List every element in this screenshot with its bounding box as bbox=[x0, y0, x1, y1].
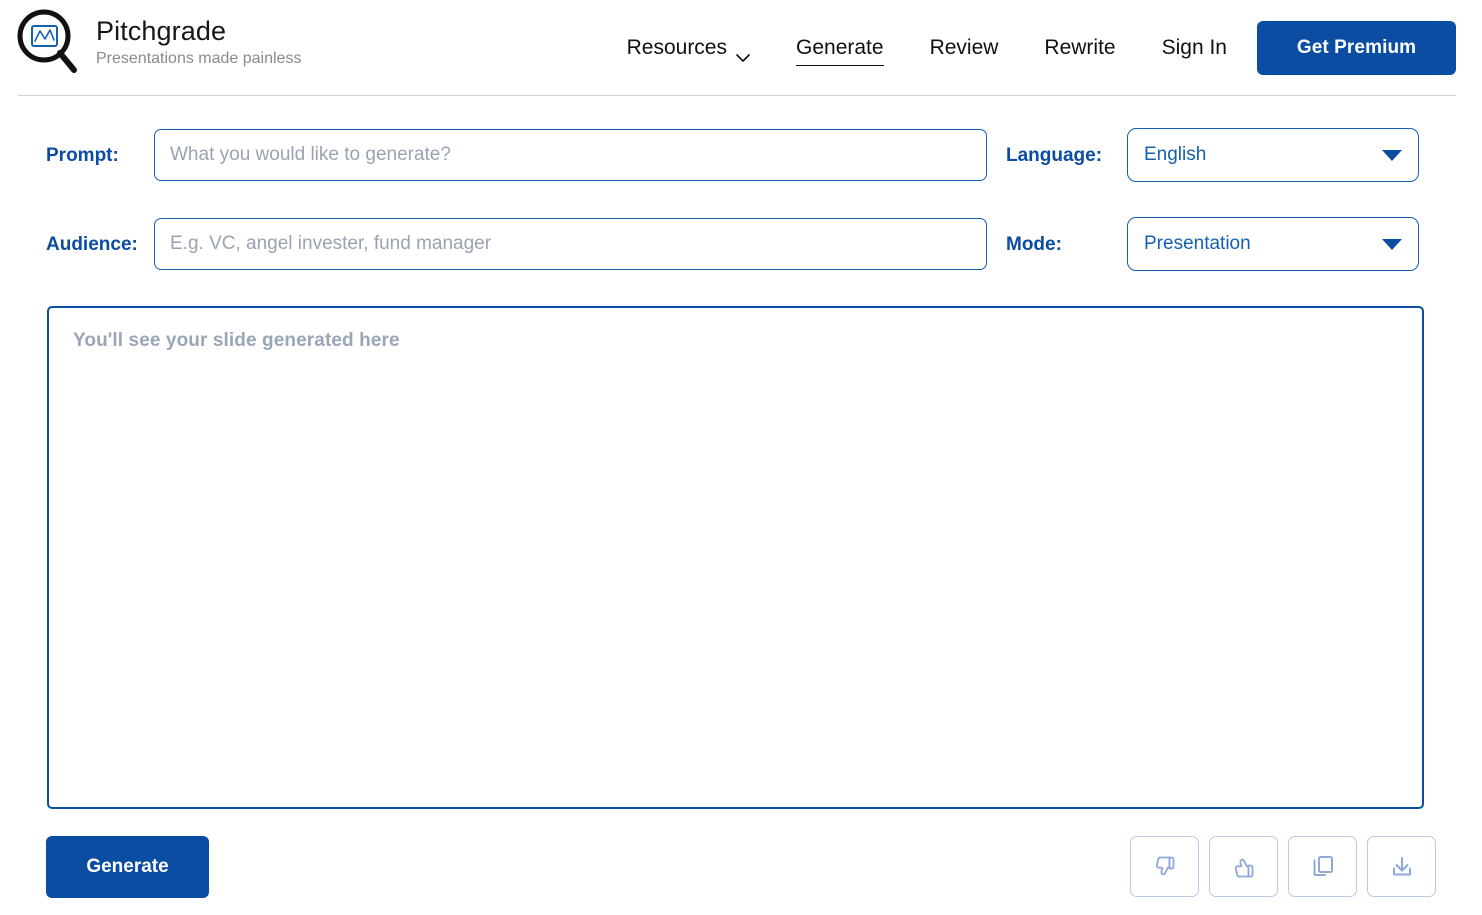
nav-link-generate-label: Generate bbox=[796, 36, 884, 59]
brand-text: Pitchgrade Presentations made painless bbox=[96, 16, 301, 70]
audience-input[interactable] bbox=[154, 218, 987, 270]
nav-link-resources-label: Resources bbox=[626, 36, 727, 59]
nav-link-review[interactable]: Review bbox=[930, 30, 999, 66]
caret-down-icon bbox=[1382, 238, 1402, 250]
audience-label: Audience: bbox=[46, 234, 138, 255]
nav-link-sign-in[interactable]: Sign In bbox=[1162, 30, 1227, 66]
copy-icon bbox=[1310, 854, 1336, 880]
nav-link-generate[interactable]: Generate bbox=[796, 30, 884, 66]
magnifier-chart-logo-icon bbox=[14, 8, 82, 78]
language-label: Language: bbox=[1006, 145, 1103, 166]
thumbs-up-icon bbox=[1231, 854, 1257, 880]
prompt-label: Prompt: bbox=[46, 145, 119, 166]
main-nav: Resources Generate Review Rewrite Sign I… bbox=[627, 0, 1456, 96]
language-select[interactable]: English bbox=[1127, 128, 1419, 182]
app-page: Pitchgrade Presentations made painless R… bbox=[0, 0, 1482, 915]
mode-label: Mode: bbox=[1006, 234, 1062, 255]
thumbs-up-button[interactable] bbox=[1209, 836, 1278, 897]
header-divider bbox=[18, 95, 1456, 96]
brand-tagline: Presentations made painless bbox=[96, 50, 302, 68]
language-select-value: English bbox=[1144, 144, 1207, 165]
caret-down-icon bbox=[1382, 149, 1402, 161]
mode-select[interactable]: Presentation bbox=[1127, 217, 1419, 271]
generate-button[interactable]: Generate bbox=[46, 836, 209, 898]
brand-title: Pitchgrade bbox=[96, 16, 227, 47]
output-action-buttons bbox=[1130, 836, 1436, 897]
slide-output-placeholder: You'll see your slide generated here bbox=[73, 330, 400, 351]
download-icon bbox=[1389, 854, 1415, 880]
get-premium-button[interactable]: Get Premium bbox=[1257, 21, 1456, 75]
brand[interactable]: Pitchgrade Presentations made painless bbox=[14, 8, 301, 78]
slide-output-area[interactable]: You'll see your slide generated here bbox=[47, 306, 1424, 809]
nav-link-rewrite-label: Rewrite bbox=[1044, 36, 1116, 59]
nav-link-resources[interactable]: Resources bbox=[627, 30, 750, 66]
nav-link-sign-in-label: Sign In bbox=[1161, 36, 1227, 59]
mode-select-value: Presentation bbox=[1144, 233, 1251, 254]
nav-link-review-label: Review bbox=[929, 36, 999, 59]
chevron-down-icon bbox=[736, 45, 750, 62]
thumbs-down-button[interactable] bbox=[1130, 836, 1199, 897]
thumbs-down-icon bbox=[1152, 854, 1178, 880]
download-button[interactable] bbox=[1367, 836, 1436, 897]
copy-button[interactable] bbox=[1288, 836, 1357, 897]
app-header: Pitchgrade Presentations made painless R… bbox=[0, 0, 1482, 96]
prompt-input[interactable] bbox=[154, 129, 987, 181]
nav-link-rewrite[interactable]: Rewrite bbox=[1044, 30, 1115, 66]
